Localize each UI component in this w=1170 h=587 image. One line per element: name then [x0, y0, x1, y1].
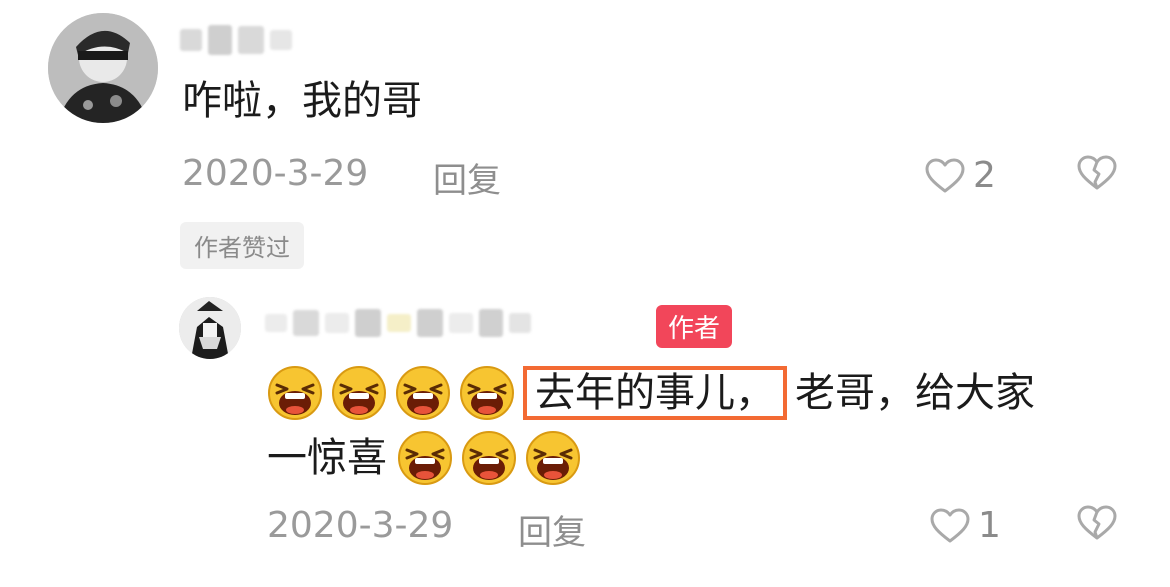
highlighted-text: 去年的事儿， [523, 366, 787, 420]
avatar[interactable] [48, 13, 158, 123]
laughing-emoji [397, 430, 453, 486]
dislike-button[interactable] [1077, 505, 1117, 545]
comment-text: 咋啦，我的哥 [182, 78, 422, 124]
like-count: 1 [978, 505, 1001, 546]
comment-text-line-2: 一惊喜 [267, 428, 589, 488]
avatar-photo [48, 13, 158, 123]
comment-date: 2020-3-29 [267, 505, 454, 546]
username-blurred[interactable] [265, 308, 531, 338]
heart-outline-icon [930, 508, 970, 544]
heart-outline-icon [925, 158, 965, 194]
avatar-photo [179, 297, 241, 359]
comment-text: 老哥，给大家 [795, 370, 1035, 416]
laughing-emoji [459, 365, 515, 421]
dislike-button[interactable] [1077, 155, 1117, 195]
username-blurred[interactable] [180, 25, 292, 55]
comment-date: 2020-3-29 [182, 153, 369, 194]
reply-button[interactable]: 回复 [433, 153, 501, 202]
comment-text-line-1: 去年的事儿， 老哥，给大家 [267, 363, 1035, 423]
author-liked-badge: 作者赞过 [180, 222, 304, 269]
broken-heart-icon [1077, 155, 1117, 191]
author-tag: 作者 [656, 305, 733, 348]
laughing-emoji [395, 365, 451, 421]
like-button[interactable]: 1 [930, 505, 1001, 546]
like-button[interactable]: 2 [925, 155, 996, 196]
comment-text: 一惊喜 [267, 435, 387, 481]
laughing-emoji [461, 430, 517, 486]
broken-heart-icon [1077, 505, 1117, 541]
laughing-emoji [267, 365, 323, 421]
avatar[interactable] [179, 297, 241, 359]
reply-button[interactable]: 回复 [518, 505, 586, 554]
laughing-emoji [331, 365, 387, 421]
laughing-emoji [525, 430, 581, 486]
like-count: 2 [973, 155, 996, 196]
